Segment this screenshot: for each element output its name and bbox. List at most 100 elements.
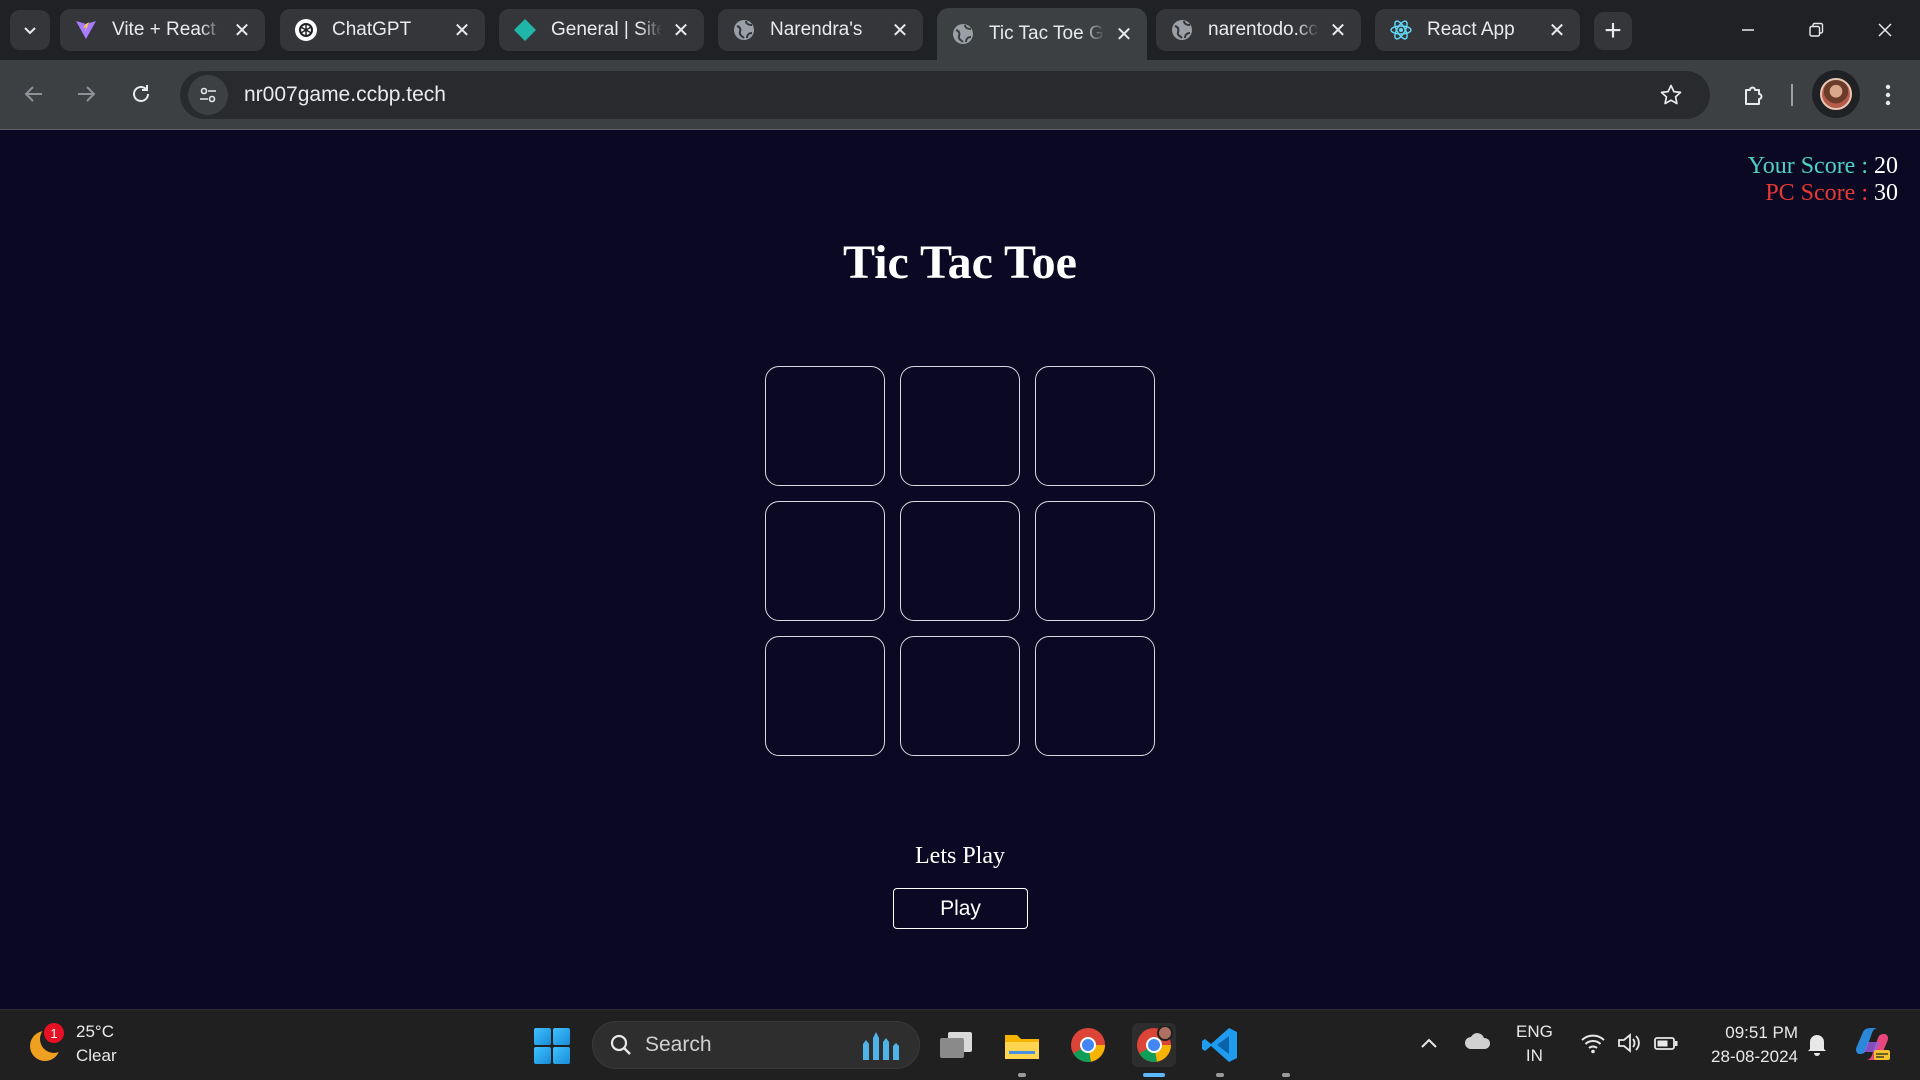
minimize-icon: [1742, 29, 1754, 31]
battery-icon: [1654, 1037, 1678, 1050]
weather-widget[interactable]: 1 25°C Clear: [24, 1020, 117, 1068]
running-indicator: [1216, 1073, 1224, 1077]
chevron-up-icon: [1421, 1038, 1437, 1048]
close-icon[interactable]: ✕: [231, 19, 253, 42]
site-info-icon[interactable]: [188, 75, 228, 115]
hidden-app-slot[interactable]: [1264, 1023, 1308, 1077]
back-button[interactable]: [14, 74, 54, 114]
copilot-button[interactable]: [1852, 1024, 1892, 1069]
search-label: Search: [645, 1033, 712, 1056]
close-icon[interactable]: ✕: [1327, 19, 1349, 42]
folder-icon: [1005, 1035, 1039, 1059]
board-cell-3[interactable]: [1035, 366, 1155, 486]
bookmark-star-icon[interactable]: [1656, 80, 1686, 110]
globe-icon: [1170, 18, 1194, 42]
weather-temp: 25°C: [76, 1022, 114, 1041]
windows-logo-tile: [553, 1047, 570, 1064]
reload-icon: [133, 85, 149, 102]
tab-title: Vite + React + TS: [112, 19, 223, 40]
tray-overflow-button[interactable]: [1420, 1034, 1438, 1054]
board-cell-1[interactable]: [765, 366, 885, 486]
tab-narentodo[interactable]: narentodo.ccbp.tech ✕: [1156, 9, 1361, 51]
kebab-menu-icon: [1885, 84, 1891, 106]
close-window-button[interactable]: [1862, 10, 1908, 50]
game-page: Your Score : 20 PC Score : 30 Tic Tac To…: [0, 131, 1920, 1009]
close-icon[interactable]: ✕: [1113, 23, 1135, 46]
moon-icon: 1: [24, 1023, 68, 1065]
board-cell-4[interactable]: [765, 501, 885, 621]
tab-title: Narendra's: [770, 19, 863, 40]
task-view-button[interactable]: [934, 1023, 978, 1067]
vscode-button[interactable]: [1198, 1023, 1242, 1077]
arrow-right-icon: [78, 86, 96, 102]
new-tab-button[interactable]: +: [1594, 12, 1632, 50]
tab-title: General | Site Settings: [551, 19, 662, 40]
chrome-icon: [1071, 1028, 1105, 1062]
close-icon[interactable]: ✕: [889, 19, 911, 42]
scoreboard: Your Score : 20 PC Score : 30: [1748, 153, 1898, 207]
close-icon[interactable]: ✕: [670, 19, 692, 42]
tab-title: ChatGPT: [332, 19, 412, 40]
onedrive-button[interactable]: [1464, 1032, 1492, 1055]
copilot-icon: [1856, 1028, 1890, 1060]
chatgpt-icon: [294, 18, 318, 42]
tab-narendras[interactable]: Narendra's ✕: [718, 9, 923, 51]
board-cell-6[interactable]: [1035, 501, 1155, 621]
board-cell-5[interactable]: [900, 501, 1020, 621]
wifi-icon: [1581, 1034, 1605, 1054]
taskbar-search[interactable]: Search: [592, 1021, 920, 1069]
language-code: ENG: [1516, 1022, 1553, 1041]
pc-score-value: 30: [1874, 180, 1898, 206]
chrome-button[interactable]: [1066, 1023, 1110, 1067]
windows-taskbar: 1 25°C Clear Search ENG IN 09:51 PM 28-0…: [0, 1009, 1920, 1080]
play-button[interactable]: Play: [893, 888, 1028, 929]
file-explorer-button[interactable]: [1000, 1023, 1044, 1077]
page-title: Tic Tac Toe: [843, 236, 1077, 289]
close-icon[interactable]: ✕: [451, 19, 473, 42]
quick-settings-button[interactable]: [1580, 1032, 1679, 1059]
extensions-button[interactable]: [1734, 75, 1774, 115]
url-text[interactable]: nr007game.ccbp.tech: [244, 83, 446, 107]
cloud-icon: [1465, 1033, 1491, 1049]
forward-button[interactable]: [66, 74, 106, 114]
tab-general-site-settings[interactable]: General | Site Settings ✕: [499, 9, 704, 51]
tab-title: narentodo.ccbp.tech: [1208, 19, 1319, 40]
pc-score: PC Score : 30: [1748, 180, 1898, 207]
windows-logo-tile: [534, 1028, 551, 1045]
tab-tic-tac-toe[interactable]: Tic Tac Toe Game ✕: [937, 8, 1147, 60]
browser-menu-button[interactable]: [1868, 75, 1908, 115]
minimize-button[interactable]: [1725, 10, 1771, 50]
tab-vite[interactable]: Vite + React + TS ✕: [60, 9, 265, 51]
tab-react-app[interactable]: React App ✕: [1375, 9, 1580, 51]
your-score: Your Score : 20: [1748, 153, 1898, 180]
toolbar-divider: [1791, 84, 1793, 106]
puzzle-icon: [1745, 86, 1763, 105]
board-cell-8[interactable]: [900, 636, 1020, 756]
clock-date: 28-08-2024: [1711, 1047, 1798, 1066]
plus-icon: +: [1604, 14, 1622, 47]
system-clock[interactable]: 09:51 PM 28-08-2024: [1694, 1021, 1798, 1069]
notifications-button[interactable]: [1806, 1032, 1828, 1061]
reload-button[interactable]: [121, 74, 161, 114]
close-icon[interactable]: ✕: [1546, 19, 1568, 42]
globe-icon: [951, 22, 975, 46]
tab-strip: Vite + React + TS ✕ ChatGPT ✕ General | …: [0, 0, 1920, 60]
restore-button[interactable]: [1793, 10, 1839, 50]
board-cell-7[interactable]: [765, 636, 885, 756]
tab-chatgpt[interactable]: ChatGPT ✕: [280, 9, 485, 51]
clock-time: 09:51 PM: [1725, 1023, 1798, 1042]
chrome-profile-button[interactable]: [1132, 1023, 1176, 1077]
notification-badge: 1: [44, 1023, 64, 1043]
task-view-icon: [940, 1032, 972, 1058]
profile-avatar[interactable]: [1812, 70, 1860, 118]
board-cell-9[interactable]: [1035, 636, 1155, 756]
browser-toolbar: nr007game.ccbp.tech: [0, 60, 1920, 130]
vscode-icon: [1202, 1028, 1237, 1062]
start-button[interactable]: [534, 1028, 570, 1064]
game-board: [765, 366, 1155, 756]
tab-search-button[interactable]: [10, 10, 50, 50]
running-indicator: [1018, 1073, 1026, 1077]
address-bar[interactable]: nr007game.ccbp.tech: [180, 71, 1710, 119]
board-cell-2[interactable]: [900, 366, 1020, 486]
language-indicator[interactable]: ENG IN: [1516, 1020, 1553, 1068]
